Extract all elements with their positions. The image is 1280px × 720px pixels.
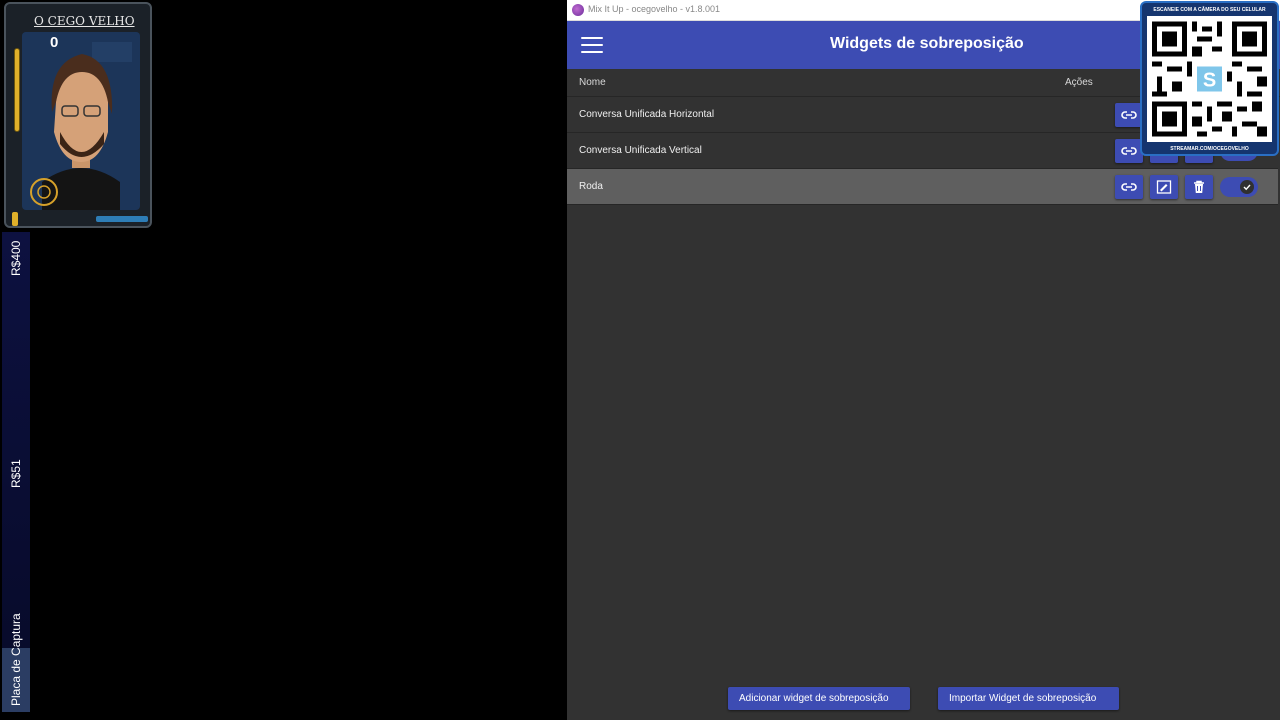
qr-logo-letter: S	[1203, 70, 1216, 92]
edit-button[interactable]	[1150, 175, 1178, 199]
column-header-name: Nome	[579, 77, 606, 88]
copy-link-button[interactable]	[1115, 103, 1143, 127]
widget-name: Roda	[579, 181, 603, 192]
delete-icon	[1194, 180, 1204, 193]
streamer-name: O CEGO VELHO	[34, 14, 135, 28]
import-widget-button[interactable]: Importar Widget de sobreposição	[938, 687, 1119, 710]
side-label-capture: Placa de Captura	[9, 613, 23, 706]
side-label-goal: R$400	[9, 240, 23, 276]
table-row[interactable]: Roda	[567, 169, 1278, 205]
widget-name: Conversa Unificada Vertical	[579, 145, 702, 156]
widget-name: Conversa Unificada Horizontal	[579, 109, 715, 120]
card-foot-bar	[96, 216, 148, 222]
link-icon	[1121, 183, 1137, 191]
toggle-knob	[1240, 180, 1254, 194]
app-logo-icon	[572, 4, 584, 16]
card-counter: 0	[50, 34, 59, 51]
add-widget-button[interactable]: Adicionar widget de sobreposição	[728, 687, 910, 710]
qr-overlay: ESCANEIE COM A CÂMERA DO SEU CELULAR S S…	[1140, 1, 1279, 156]
copy-link-button[interactable]	[1115, 175, 1143, 199]
column-header-actions: Ações	[1065, 77, 1093, 88]
page-title: Widgets de sobreposição	[830, 35, 1024, 52]
edit-icon	[1156, 180, 1172, 194]
qr-instruction: ESCANEIE COM A CÂMERA DO SEU CELULAR	[1153, 7, 1266, 13]
menu-icon[interactable]	[581, 37, 603, 53]
qr-url: STREAMAR.COM/OCEGOVELHO	[1170, 146, 1249, 152]
delete-button[interactable]	[1185, 175, 1213, 199]
check-icon	[1243, 184, 1251, 191]
link-icon	[1121, 111, 1137, 119]
qr-code: S	[1147, 16, 1272, 142]
window-title: Mix It Up - ocegovelho - v1.8.001	[588, 4, 721, 14]
link-icon	[1121, 147, 1137, 155]
streamer-portrait	[22, 32, 140, 210]
card-level-bar	[14, 48, 20, 132]
copy-link-button[interactable]	[1115, 139, 1143, 163]
streamer-card: O CEGO VELHO 0	[4, 2, 152, 228]
side-label-donation: R$51	[9, 459, 23, 488]
card-decoration	[12, 212, 18, 226]
enable-toggle[interactable]	[1220, 177, 1258, 197]
